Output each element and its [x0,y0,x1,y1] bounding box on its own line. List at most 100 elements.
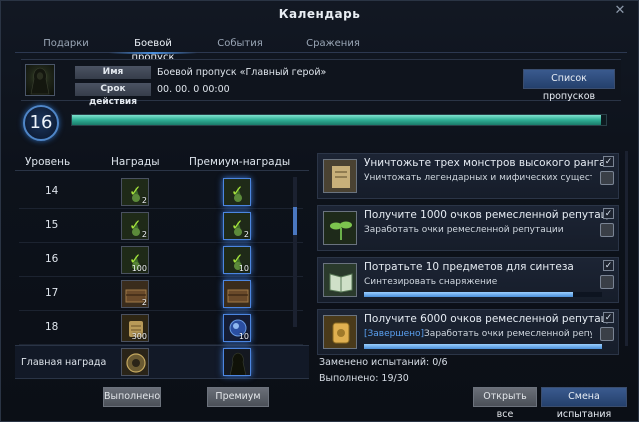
reward-chest-icon[interactable] [600,223,614,237]
challenge-title: Уничтожьте трех монстров высокого ранга [364,157,606,169]
reward-slot[interactable]: 300 [121,314,149,342]
level-progress-bar [71,114,607,126]
avatar [25,64,55,96]
rewards-scrollbar-thumb[interactable] [293,207,297,235]
reward-row: 15 ✓ 2 ✓ 2 [19,209,303,243]
tab-gifts[interactable]: Подарки [41,37,91,53]
calendar-window: Календарь ✕ Подарки Боевой пропуск Событ… [0,0,639,422]
challenge-title: Потратьте 10 предметов для синтеза [364,261,574,273]
reward-row: 18 300 10 [19,311,303,345]
check-icon: ✓ [129,182,142,200]
premium-reward-slot[interactable]: ✓ 10 [223,246,251,274]
challenge-scrollbar[interactable] [625,151,628,346]
completed-count: Выполнено: 19/30 [319,373,409,384]
hooded-figure-icon [229,352,247,375]
rewards-scrollbar[interactable] [293,177,297,327]
change-challenge-button[interactable]: Смена испытания [541,387,627,420]
rewards-header: Уровень Награды Премиум-награды [15,155,309,171]
challenge-description: [Завершено]Заработать очки ремесленной р… [364,329,592,339]
item-count: 2 [243,230,249,239]
header-rewards: Награды [111,156,160,168]
challenge-title: Получите 6000 очков ремесленной репутаци… [364,313,612,325]
header-level: Уровень [25,156,71,168]
item-count: 2 [141,196,147,205]
challenge-item[interactable]: Потратьте 10 предметов для синтеза Синтез… [317,257,619,303]
challenge-description: Синтезировать снаряжение [364,277,592,287]
duration-label: Срок действия [75,83,151,107]
reward-level: 17 [45,287,59,299]
gold-scroll-icon [323,315,357,349]
completed-button[interactable]: Выполнено [103,387,161,407]
challenge-item[interactable]: Получите 1000 очков ремесленной репутаци… [317,205,619,251]
challenge-progress-bar [364,344,602,349]
item-count: 10 [238,264,249,273]
level-progress-fill [72,115,601,125]
item-count: 100 [131,264,147,273]
challenge-title: Получите 1000 очков ремесленной репутаци… [364,209,612,221]
reward-level: 15 [45,219,59,231]
reward-chest-icon[interactable] [600,275,614,289]
challenge-item[interactable]: Получите 6000 очков ремесленной репутаци… [317,309,619,355]
header-premium: Премиум-награды [189,156,291,168]
challenge-checkbox[interactable]: ✓ [603,312,614,323]
pass-list-button[interactable]: Список пропусков [523,69,615,102]
hooded-figure-icon [30,67,50,95]
name-label: Имя [75,66,151,79]
challenge-status: [Завершено] [364,329,425,339]
reward-slot[interactable]: 2 [121,280,149,308]
challenge-description-text: Заработать очки ремесленной репутации [364,225,564,235]
challenge-description: Уничтожать легендарных и мифических суще… [364,173,592,183]
challenge-progress-fill [364,344,602,349]
reward-level: 18 [45,321,59,333]
reward-level: 14 [45,185,59,197]
item-count: 2 [141,230,147,239]
item-count: 10 [238,332,249,341]
sprout-icon [323,211,357,245]
tab-events[interactable]: События [215,37,265,53]
main-premium-reward-slot[interactable] [223,348,251,376]
premium-reward-slot[interactable]: ✓ 2 [223,212,251,240]
challenge-description-text: Уничтожать легендарных и мифических суще… [364,173,592,183]
challenge-description-text: Синтезировать снаряжение [364,277,498,287]
challenge-checkbox[interactable]: ✓ [603,260,614,271]
item-count: 300 [131,332,147,341]
tab-battles[interactable]: Сражения [305,37,361,53]
pass-name-value: Боевой пропуск «Главный герой» [157,67,327,78]
premium-reward-slot[interactable] [223,280,251,308]
tab-bar: Подарки Боевой пропуск События Сражения [15,37,627,63]
level-badge: 16 [23,105,59,141]
window-title: Календарь [278,7,361,21]
premium-button[interactable]: Премиум [207,387,269,407]
reward-slot[interactable]: ✓ 2 [121,178,149,206]
challenge-description: Заработать очки ремесленной репутации [364,225,592,235]
close-icon[interactable]: ✕ [612,3,628,19]
tab-battle-pass[interactable]: Боевой пропуск [109,37,197,63]
reward-row: 14 ✓ 2 ✓ [19,175,303,209]
challenge-checkbox[interactable]: ✓ [603,208,614,219]
reward-row: 17 2 [19,277,303,311]
item-count: 2 [141,298,147,307]
replaced-count: Заменено испытаний: 0/6 [319,357,448,368]
reward-slot[interactable]: ✓ 2 [121,212,149,240]
challenge-checkbox[interactable]: ✓ [603,156,614,167]
scroll-quest-icon [323,159,357,193]
gold-emblem-icon [126,353,146,373]
reward-slot[interactable]: ✓ 100 [121,246,149,274]
open-all-button[interactable]: Открыть все [473,387,537,420]
main-reward-label: Главная награда [21,357,107,368]
premium-reward-slot[interactable]: 10 [223,314,251,342]
reward-level: 16 [45,253,59,265]
premium-reward-slot[interactable]: ✓ [223,178,251,206]
check-icon: ✓ [231,216,244,234]
check-icon: ✓ [129,216,142,234]
check-icon: ✓ [231,182,244,200]
main-reward-slot[interactable] [121,348,149,376]
book-icon [323,263,357,297]
challenge-progress-bar [364,292,602,297]
reward-row: 16 ✓ 100 ✓ 10 [19,243,303,277]
reward-chest-icon[interactable] [600,171,614,185]
main-reward-row: Главная награда [15,345,309,379]
challenge-item[interactable]: Уничтожьте трех монстров высокого ранга У… [317,153,619,199]
reward-chest-icon[interactable] [600,327,614,341]
duration-value: 00. 00. 0 00:00 [157,84,230,95]
